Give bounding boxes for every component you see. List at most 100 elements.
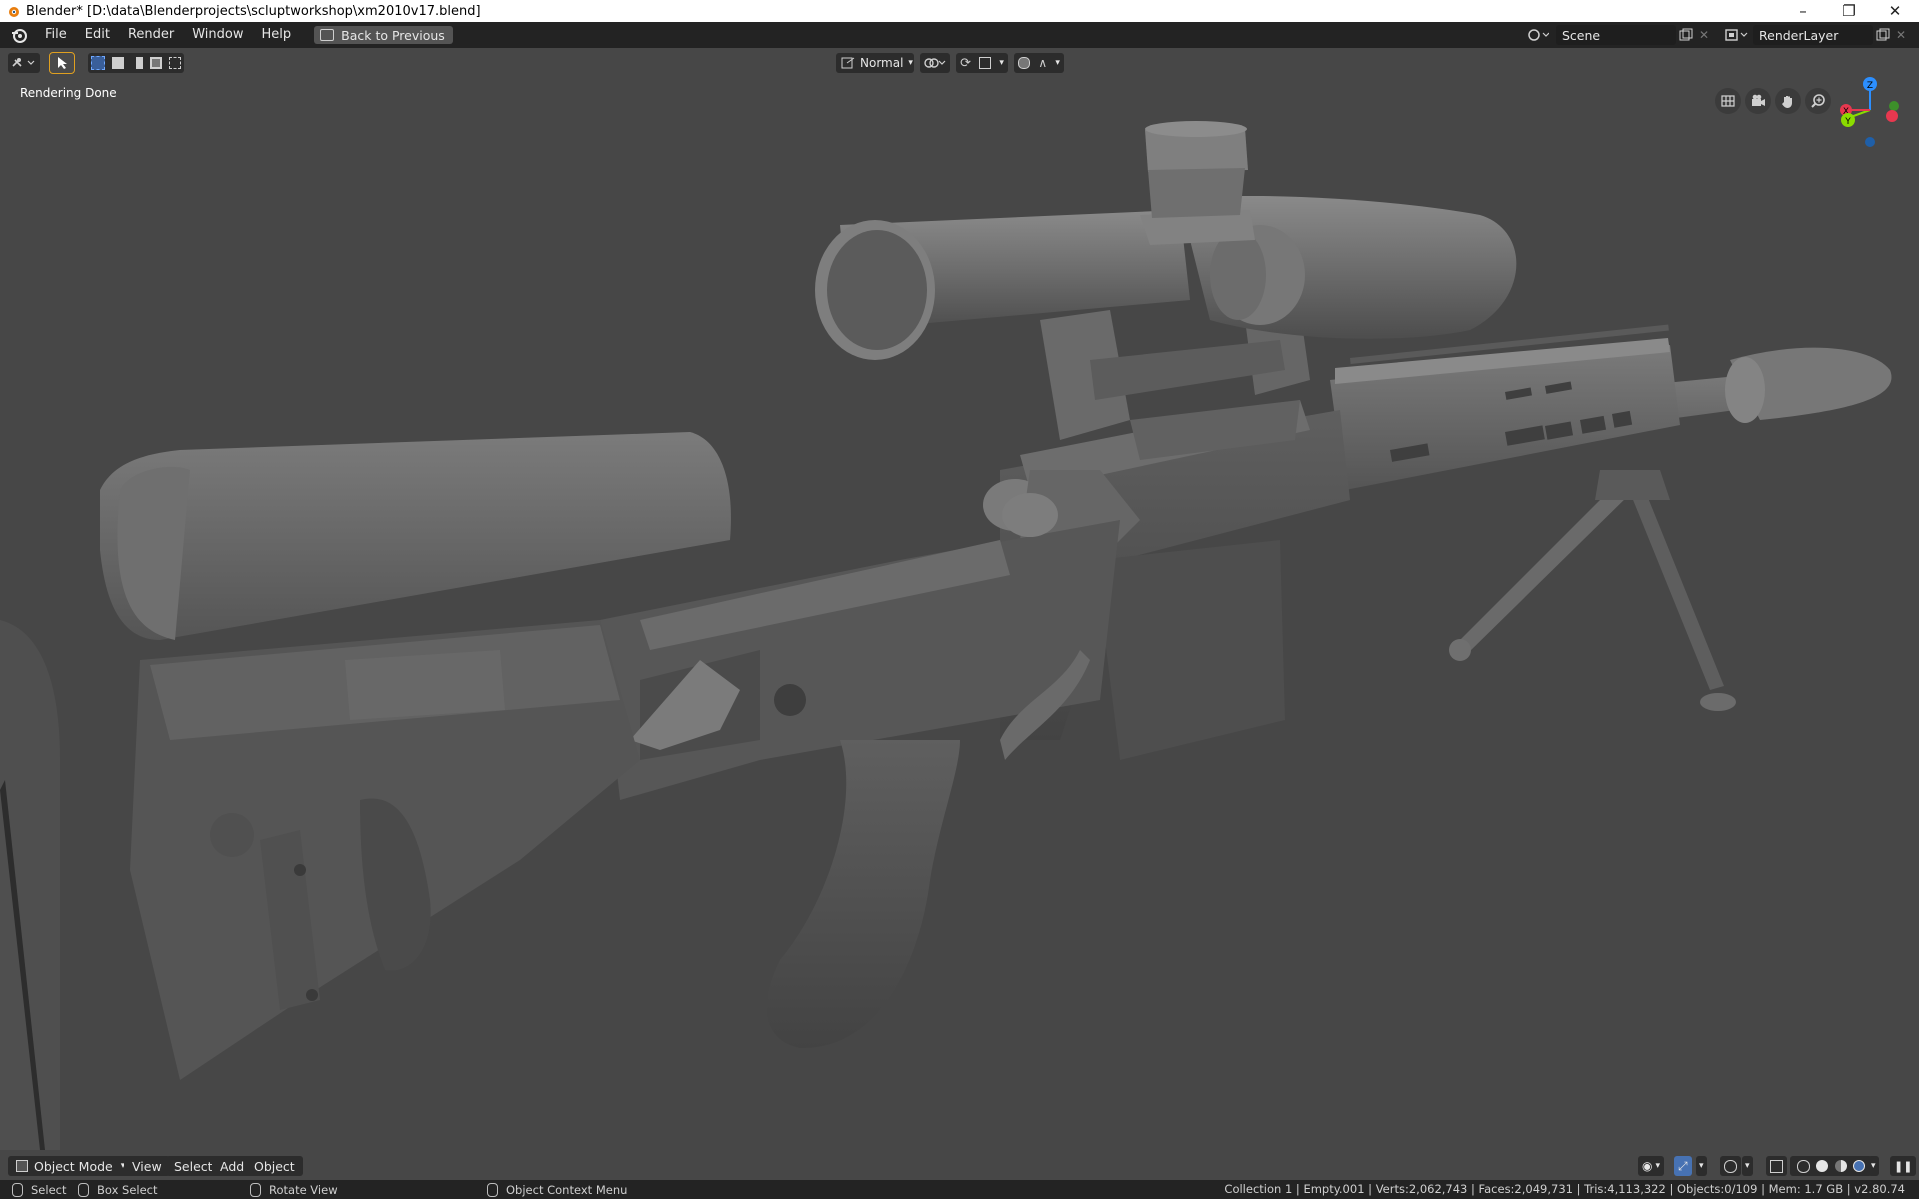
restore-icon: ❐	[1842, 2, 1856, 20]
mouse-middle-icon	[250, 1182, 261, 1197]
rendered-shading-icon[interactable]	[1852, 1160, 1865, 1172]
rifle-model-render	[0, 121, 1892, 1150]
duplicate-icon	[1876, 28, 1890, 41]
transform-orientation-value: Normal	[860, 56, 904, 70]
menu-file[interactable]: File	[36, 22, 76, 48]
grid-icon	[1721, 95, 1735, 107]
scene-name-field[interactable]: Scene	[1556, 25, 1676, 45]
editor-type-icon	[12, 58, 35, 67]
chevron-down-icon: ▾	[1699, 1161, 1704, 1171]
proportional-edit-icon[interactable]	[1018, 57, 1031, 69]
xray-icon	[1770, 1159, 1783, 1173]
close-small-icon: ✕	[1895, 28, 1907, 42]
back-icon	[320, 29, 335, 41]
pan-view-button[interactable]	[1775, 88, 1801, 114]
neg-y-axis-handle[interactable]	[1889, 101, 1899, 111]
y-axis-label: Y	[1844, 117, 1851, 127]
window-title-bar: Blender* [D:\data\Blenderprojects\sclupt…	[0, 0, 1919, 22]
select-extend-icon[interactable]	[112, 57, 125, 69]
falloff-icon[interactable]: ∧	[1038, 56, 1047, 70]
scene-name: Scene	[1562, 27, 1601, 43]
back-to-previous-label: Back to Previous	[341, 27, 445, 43]
neg-x-axis-handle[interactable]	[1886, 110, 1898, 122]
eye-icon: ◉	[1642, 1159, 1653, 1173]
select-new-icon[interactable]	[91, 56, 106, 70]
new-render-layer-button[interactable]	[1874, 26, 1892, 44]
proportional-editing-group: ∧ ▾	[1014, 53, 1064, 73]
chevron-down-icon: ▾	[999, 58, 1004, 68]
render-layer-browse-button[interactable]	[1722, 26, 1752, 44]
menu-edit[interactable]: Edit	[76, 22, 119, 48]
select-invert-icon[interactable]	[149, 57, 162, 69]
blender-app-icon	[9, 7, 19, 17]
chevron-down-icon: ▾	[1055, 58, 1060, 68]
gizmo-icon: ⤢	[1678, 1158, 1688, 1173]
minimize-button[interactable]: –	[1781, 0, 1825, 22]
wireframe-shading-icon[interactable]	[1797, 1159, 1811, 1173]
orientation-icon	[841, 57, 855, 69]
render-status-text: Rendering Done	[20, 86, 117, 100]
menu-help[interactable]: Help	[253, 22, 301, 48]
scene-browse-button[interactable]	[1523, 26, 1553, 44]
select-intersect-icon[interactable]	[168, 57, 181, 69]
axis-navigation-gizmo[interactable]: Z X Y	[1830, 70, 1910, 160]
render-layer-name-field[interactable]: RenderLayer	[1753, 25, 1873, 45]
menu-view[interactable]: View	[124, 1156, 170, 1176]
close-small-icon: ✕	[1698, 28, 1710, 42]
menu-object[interactable]: Object	[246, 1156, 303, 1176]
menu-object-label: Object	[254, 1158, 295, 1174]
pivot-point-dropdown[interactable]	[920, 53, 950, 73]
material-shading-icon[interactable]	[1834, 1160, 1847, 1172]
mode-value: Object Mode	[34, 1158, 113, 1174]
menu-select-label: Select	[174, 1158, 213, 1174]
status-box-select-label: Box Select	[97, 1182, 158, 1197]
gizmo-dropdown[interactable]: ▾	[1696, 1156, 1707, 1176]
mouse-right-icon	[487, 1182, 498, 1197]
snap-target-icon[interactable]	[979, 57, 992, 69]
menu-render[interactable]: Render	[119, 22, 183, 48]
status-select-label: Select	[31, 1182, 67, 1197]
status-box-select-hint: Box Select	[78, 1180, 158, 1199]
back-to-previous-button[interactable]: Back to Previous	[314, 26, 453, 44]
visibility-dropdown[interactable]: ◉ ▾	[1638, 1156, 1665, 1176]
new-scene-button[interactable]	[1677, 26, 1695, 44]
selection-mode-group	[88, 53, 184, 73]
camera-view-button[interactable]	[1745, 88, 1771, 114]
snap-toggle-icon[interactable]: ⟳	[960, 56, 971, 71]
status-rotate-view-hint: Rotate View	[250, 1180, 338, 1199]
hand-icon	[1782, 96, 1792, 108]
chevron-down-icon: ▾	[908, 58, 913, 68]
zoom-view-button[interactable]	[1805, 88, 1831, 114]
sidebar-toggle[interactable]: ❚❚	[1890, 1156, 1917, 1176]
3d-viewport[interactable]: Rendering Done Z X Y	[0, 77, 1919, 1150]
mode-dropdown[interactable]: Object Mode ▾	[8, 1156, 134, 1176]
shading-dropdown[interactable]: ▾	[1868, 1156, 1879, 1176]
select-tool-button[interactable]	[49, 52, 75, 74]
editor-type-button[interactable]	[8, 53, 40, 73]
menu-window[interactable]: Window	[183, 22, 252, 48]
snapping-group: ⟳ ▾	[956, 53, 1008, 73]
restore-button[interactable]: ❐	[1827, 0, 1871, 22]
window-title: Blender* [D:\data\Blenderprojects\sclupt…	[26, 3, 481, 19]
toggle-ortho-button[interactable]	[1715, 88, 1741, 114]
status-context-menu-label: Object Context Menu	[506, 1182, 628, 1197]
status-rotate-view-label: Rotate View	[269, 1182, 338, 1197]
delete-render-layer-button[interactable]: ✕	[1893, 26, 1909, 44]
transform-orientation-dropdown[interactable]: Normal ▾	[836, 53, 914, 73]
gizmo-toggle[interactable]: ⤢	[1674, 1156, 1692, 1176]
chevron-down-icon: ▾	[1745, 1161, 1750, 1171]
solid-shading-icon[interactable]	[1816, 1160, 1829, 1172]
menu-add-label: Add	[220, 1158, 245, 1174]
delete-scene-button[interactable]: ✕	[1696, 26, 1712, 44]
object-mode-icon	[16, 1160, 28, 1172]
overlays-dropdown[interactable]: ▾	[1742, 1156, 1753, 1176]
overlays-toggle[interactable]	[1720, 1156, 1741, 1176]
scene-statistics: Collection 1 | Empty.001 | Verts:2,062,7…	[1224, 1182, 1905, 1196]
select-subtract-icon[interactable]	[130, 57, 143, 69]
neg-z-axis-handle[interactable]	[1865, 137, 1875, 147]
blender-logo-icon[interactable]	[10, 26, 28, 44]
close-button[interactable]: ✕	[1873, 0, 1917, 22]
menu-view-label: View	[132, 1158, 162, 1174]
status-select-hint: Select	[12, 1180, 66, 1199]
xray-toggle[interactable]	[1766, 1156, 1787, 1176]
